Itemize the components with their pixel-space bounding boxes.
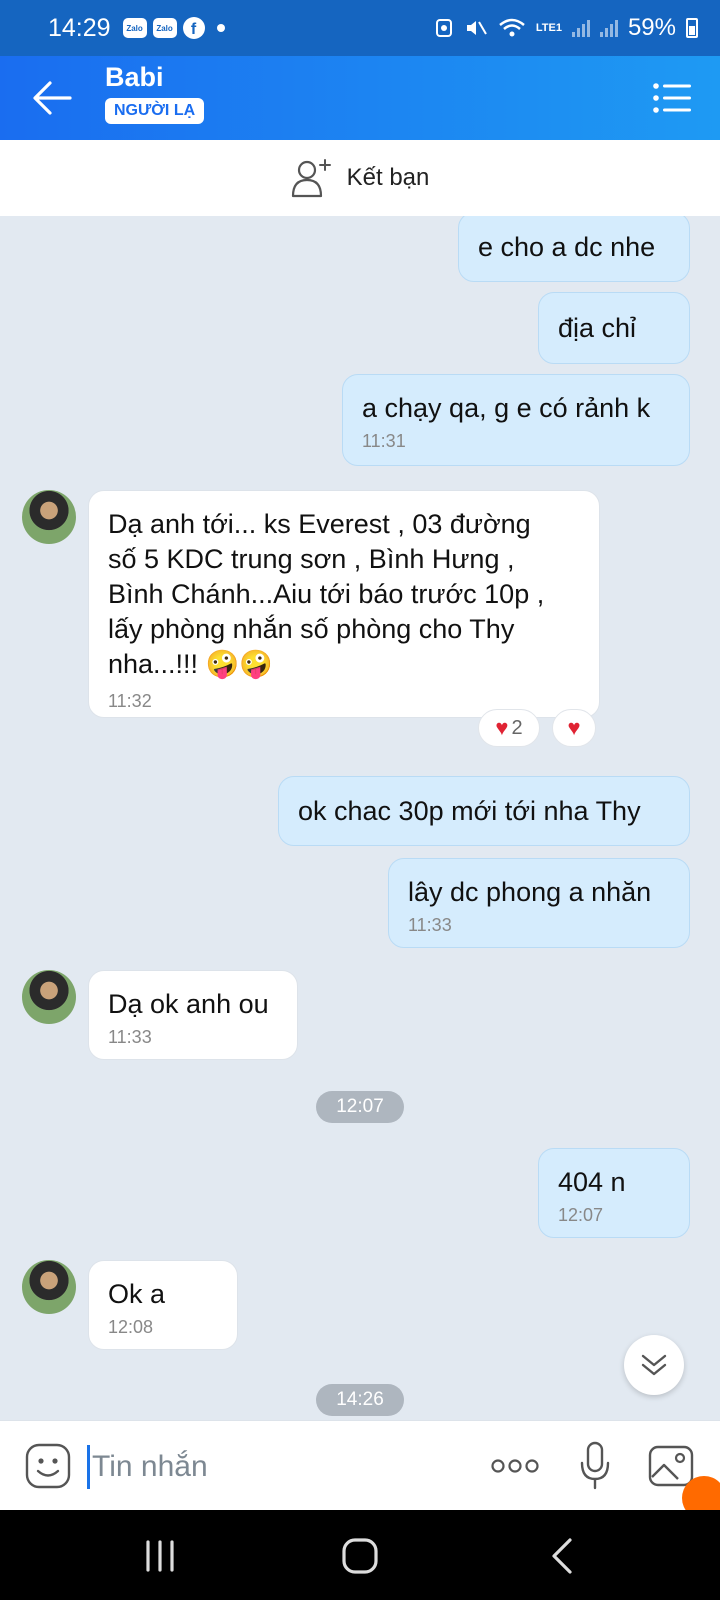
mute-icon (466, 21, 487, 35)
text-cursor (87, 1445, 90, 1489)
chat-header: Babi NGƯỜI LẠ (0, 56, 720, 140)
message-text-line: số 5 KDC trung sơn , Bình Hưng , (108, 544, 515, 574)
facebook-notification-icon: f (182, 17, 205, 39)
add-friend-button[interactable]: Kết bạn (0, 140, 720, 216)
system-navigation-bar (0, 1510, 720, 1600)
add-user-icon (291, 159, 331, 198)
reaction-count: 2 (511, 716, 523, 739)
message-input[interactable] (92, 1443, 462, 1491)
zalo-notification-icon: Zalo (152, 18, 177, 38)
message-time: 11:33 (108, 1027, 152, 1047)
image-picker-icon[interactable] (648, 1445, 694, 1487)
message-bubble-incoming[interactable]: Dạ ok anh ou 11:33 (88, 970, 298, 1060)
message-text: 404 n (558, 1167, 626, 1197)
message-time: 12:08 (108, 1317, 154, 1337)
home-icon[interactable] (336, 1532, 384, 1580)
message-text: ok chac 30p mới tới nha Thy (298, 796, 641, 826)
more-notifications-dot (216, 24, 225, 32)
heart-icon: ♥ (567, 715, 581, 740)
wifi-icon (499, 18, 525, 37)
double-chevron-down-icon (641, 1354, 667, 1376)
reaction-summary[interactable]: ♥ 2 (478, 709, 540, 747)
message-bubble-incoming[interactable]: Dạ anh tới... ks Everest , 03 đường số 5… (88, 490, 600, 718)
contact-avatar[interactable] (22, 1260, 76, 1314)
status-bar: 14:29 Zalo Zalo f LTE1 59% (0, 0, 720, 56)
network-type: LTE1 (535, 22, 562, 34)
message-time: 11:33 (408, 915, 452, 935)
battery-icon (686, 18, 698, 38)
alarm-icon (435, 19, 452, 37)
add-friend-label: Kết bạn (346, 164, 430, 191)
message-text-line: nha...!!! 🤪🤪 (108, 649, 273, 679)
time-separator: 14:26 (316, 1384, 404, 1416)
contact-name[interactable]: Babi (105, 62, 164, 93)
composer-bar (0, 1420, 720, 1520)
message-text: e cho a dc nhe (478, 232, 656, 262)
message-text: lây dc phong a nhăn (408, 877, 652, 907)
message-bubble-outgoing[interactable]: 404 n 12:07 (538, 1148, 690, 1238)
message-text: Ok a (108, 1279, 166, 1309)
recent-apps-icon[interactable] (136, 1532, 184, 1580)
status-icons: LTE1 59% (434, 14, 698, 42)
contact-avatar[interactable] (22, 970, 76, 1024)
emoji-sticker-icon[interactable] (25, 1443, 71, 1489)
message-bubble-outgoing[interactable]: a chạy qa, g e có rảnh k 11:31 (342, 374, 690, 466)
message-text: địa chỉ (558, 313, 637, 343)
message-bubble-outgoing[interactable]: ok chac 30p mới tới nha Thy (278, 776, 690, 846)
heart-icon: ♥ (495, 715, 509, 740)
message-bubble-incoming[interactable]: Ok a 12:08 (88, 1260, 238, 1350)
signal-icon (599, 19, 618, 37)
list-menu-icon[interactable] (652, 78, 692, 118)
back-icon[interactable] (540, 1532, 588, 1580)
message-bubble-outgoing[interactable]: lây dc phong a nhăn 11:33 (388, 858, 690, 948)
message-text-line: Bình Chánh...Aiu tới báo trước 10p , (108, 579, 545, 609)
message-text-line: lấy phòng nhắn số phòng cho Thy (108, 614, 515, 644)
time-separator: 12:07 (316, 1091, 404, 1123)
battery-percent: 59% (627, 14, 676, 41)
react-button[interactable]: ♥ (552, 709, 596, 747)
message-text-line: Dạ anh tới... ks Everest , 03 đường (108, 509, 531, 539)
more-options-icon[interactable] (490, 1451, 540, 1481)
message-text: a chạy qa, g e có rảnh k (362, 393, 651, 423)
back-arrow-icon[interactable] (30, 78, 74, 118)
contact-avatar[interactable] (22, 490, 76, 544)
status-time: 14:29 (48, 13, 111, 42)
message-bubble-outgoing[interactable]: địa chỉ (538, 292, 690, 364)
message-text: Dạ ok anh ou (108, 989, 269, 1019)
stranger-badge: NGƯỜI LẠ (105, 98, 205, 124)
message-bubble-outgoing[interactable]: e cho a dc nhe (458, 216, 690, 282)
microphone-icon[interactable] (578, 1441, 612, 1491)
message-time: 12:07 (558, 1205, 604, 1225)
signal-icon (571, 19, 590, 37)
scroll-to-bottom-button[interactable] (624, 1335, 684, 1395)
message-list[interactable]: e cho a dc nhe địa chỉ a chạy qa, g e có… (0, 216, 720, 1420)
zalo-notification-icon: Zalo (122, 18, 147, 38)
message-time: 11:31 (362, 431, 406, 451)
